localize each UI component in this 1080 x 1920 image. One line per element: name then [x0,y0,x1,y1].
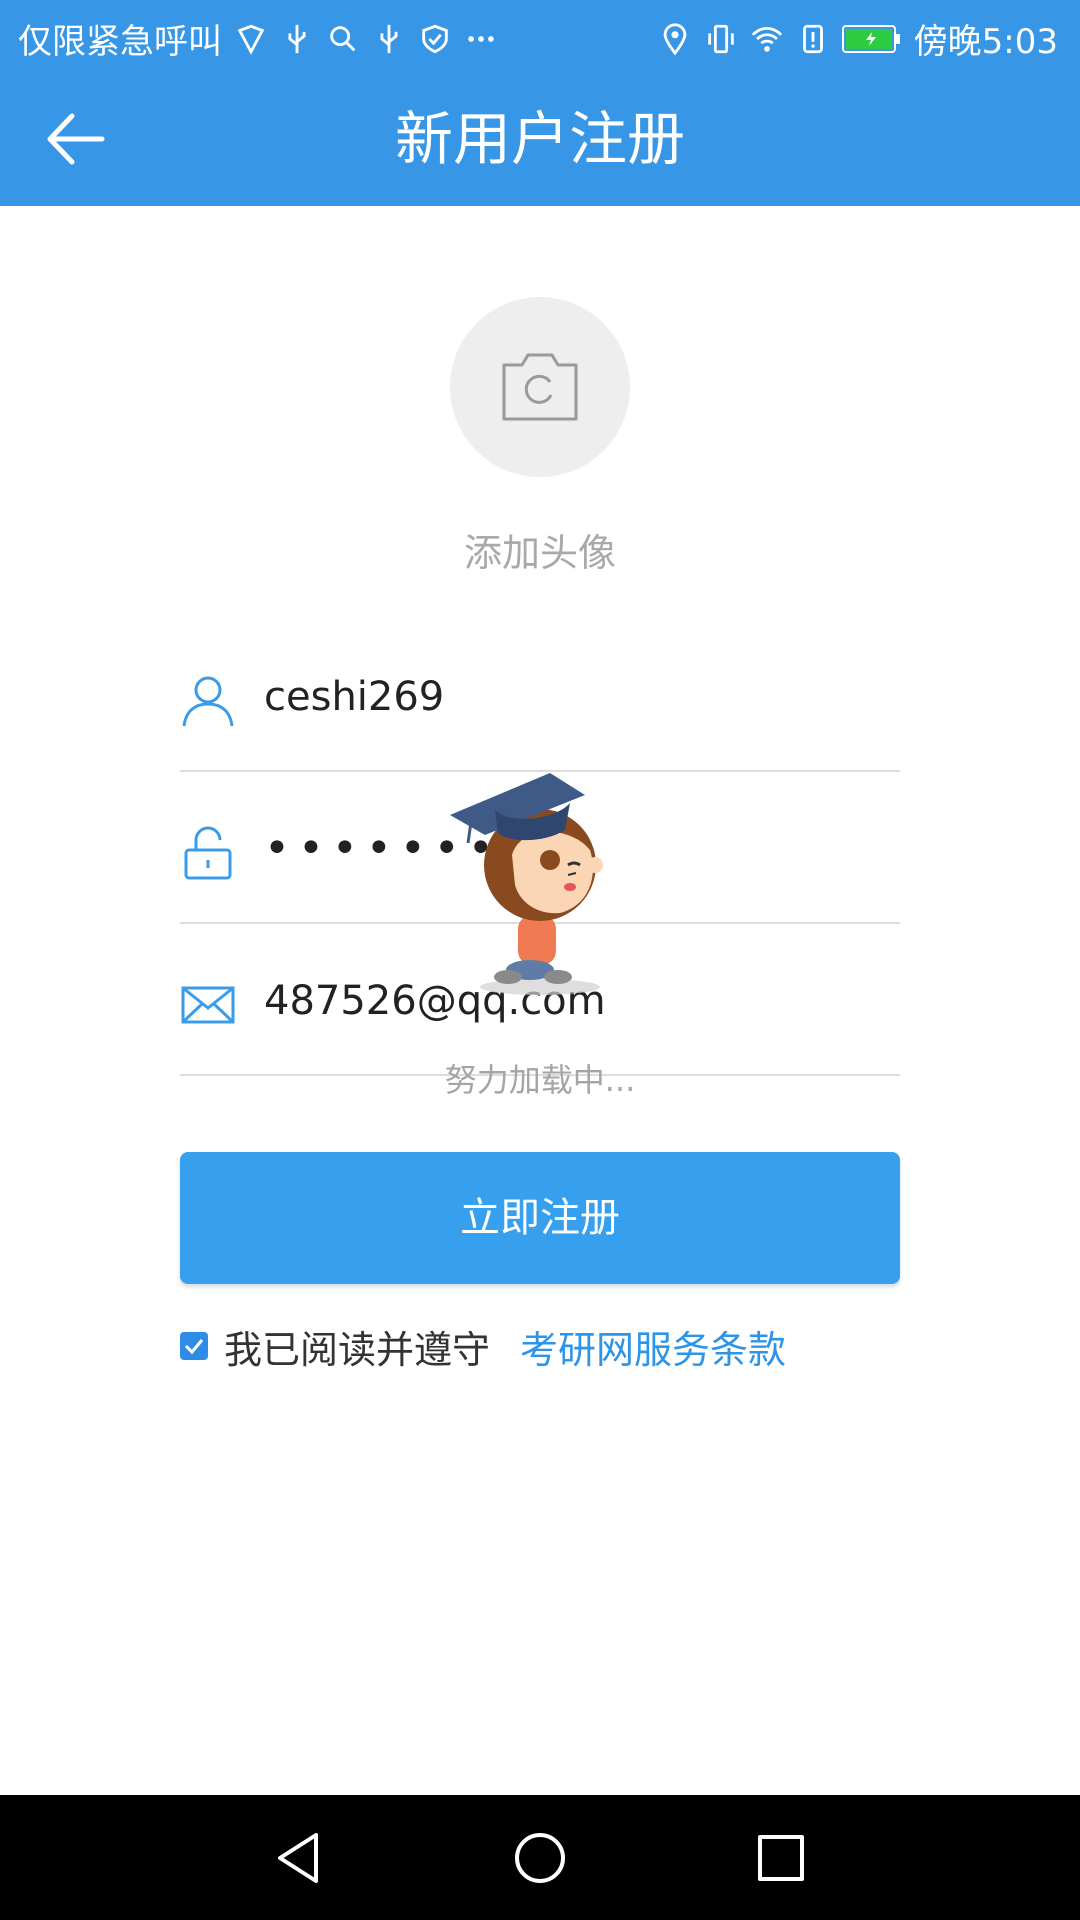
student-mascot-icon [450,773,603,995]
shield-icon [234,22,268,56]
username-input[interactable]: ceshi269 [264,662,444,732]
mail-icon [180,976,236,1032]
username-field[interactable]: ceshi269 [180,620,900,772]
lock-icon [180,824,236,880]
wifi-icon [750,22,784,56]
status-left: 仅限紧急呼叫 [18,14,498,63]
nav-back-button[interactable] [268,1827,330,1889]
page-title: 新用户注册 [394,105,685,173]
nav-recents-button[interactable] [750,1827,812,1889]
usb-icon [280,22,314,56]
loading-mascot [440,765,640,1005]
add-avatar-button[interactable] [450,297,630,477]
home-circle-icon [515,1833,565,1883]
alert-icon [796,22,830,56]
back-triangle-icon [278,1833,318,1883]
camera-icon [502,353,578,421]
agreement-checkbox[interactable] [180,1332,208,1360]
agreement-text: 我已阅读并遵守 [224,1327,491,1372]
battery-icon [841,24,902,54]
shield-check-icon [418,22,452,56]
check-icon [184,1339,204,1355]
loading-text: 努力加载中... [444,1061,636,1099]
register-button[interactable]: 立即注册 [180,1152,900,1284]
terms-link[interactable]: 考研网服务条款 [520,1319,786,1374]
system-nav-bar [0,1795,1080,1920]
recents-square-icon [758,1835,804,1881]
location-icon [658,22,692,56]
carrier-text: 仅限紧急呼叫 [18,22,222,62]
app-header: 仅限紧急呼叫 傍晚5:03 新用户注册 [0,0,1080,206]
title-bar: 新用户注册 [0,72,1080,206]
more-icon [464,22,498,56]
status-time: 傍晚5:03 [913,22,1058,62]
vibrate-icon [704,22,738,56]
search-icon [326,22,360,56]
usb-icon [372,22,406,56]
status-bar: 仅限紧急呼叫 傍晚5:03 [0,0,1080,72]
status-right: 傍晚5:03 [658,14,1058,63]
user-icon [180,672,236,728]
nav-home-button[interactable] [509,1827,571,1889]
agreement-row: 我已阅读并遵守 考研网服务条款 [180,1318,786,1374]
add-avatar-label: 添加头像 [463,531,616,575]
